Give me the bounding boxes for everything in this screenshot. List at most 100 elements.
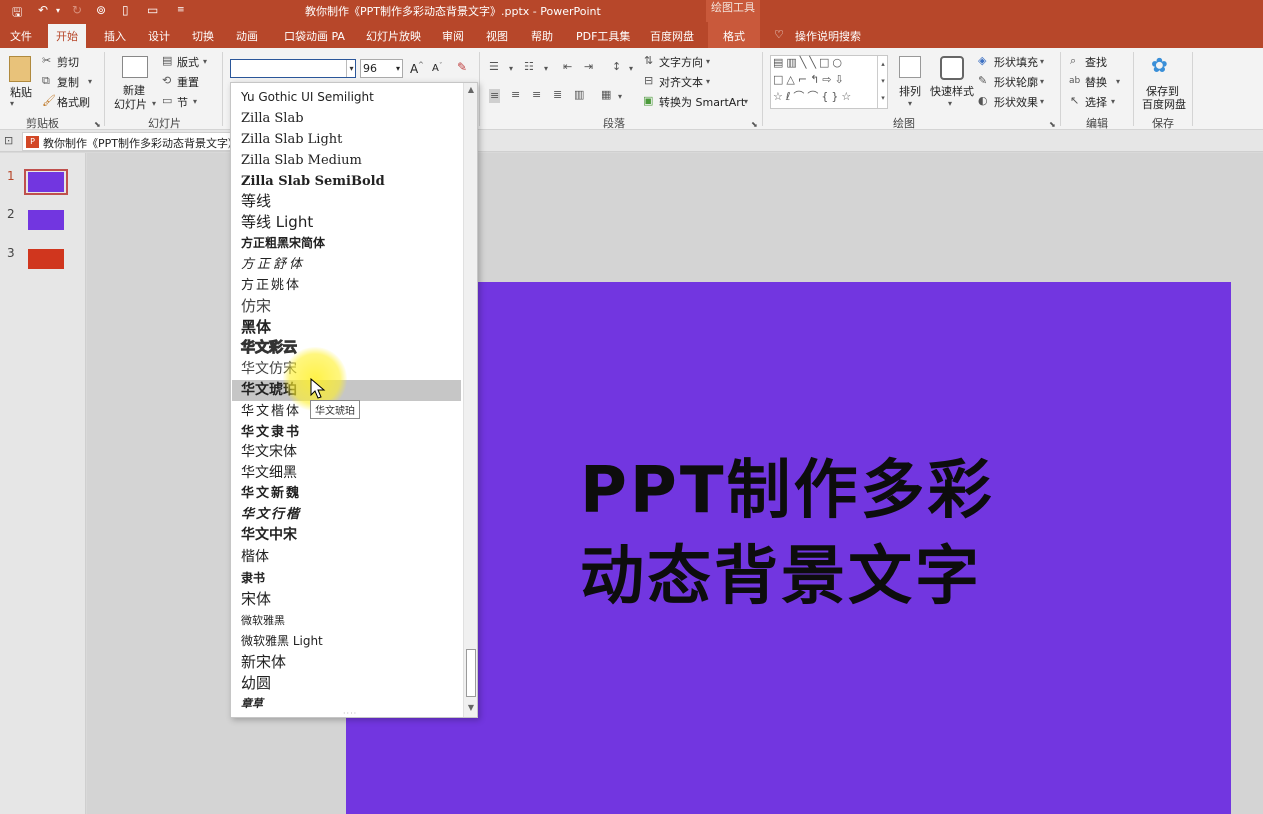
font-list-item[interactable]: 等线 Light	[232, 212, 461, 233]
scrollbar-thumb[interactable]	[466, 649, 476, 697]
font-list-item[interactable]: 仿宋	[232, 296, 461, 317]
font-list-item[interactable]: 华文彩云	[232, 338, 461, 359]
font-list-item[interactable]: 楷体	[232, 547, 461, 568]
font-list-item[interactable]: 华文行楷	[232, 504, 461, 525]
font-list-item[interactable]: 方正姚体	[232, 275, 461, 296]
font-list-item[interactable]: 微软雅黑 Light	[232, 631, 461, 652]
font-list-item[interactable]: 黑体	[232, 317, 461, 338]
font-list-item[interactable]: 华文新魏	[232, 483, 461, 504]
justify-icon[interactable]: ≣	[553, 89, 562, 101]
tab-transitions[interactable]: 切换	[192, 28, 214, 44]
font-list-item[interactable]: 幼圆	[232, 673, 461, 694]
font-list-item[interactable]: Zilla Slab SemiBold	[232, 171, 461, 192]
tab-file[interactable]: 文件	[10, 28, 32, 44]
font-list-item[interactable]: Zilla Slab Medium	[232, 150, 461, 171]
font-list-item[interactable]: Yu Gothic UI Semilight	[232, 87, 461, 108]
align-left-icon[interactable]: ≡	[489, 89, 501, 103]
shapes-gallery[interactable]: ▤▥╲╲□○ □△⌐↰⇨⇩ ☆ℓ⌒⌒{}☆ ▴ ▾ ▾	[770, 55, 888, 109]
scroll-down-icon[interactable]: ▼	[466, 703, 476, 713]
tab-help[interactable]: 帮助	[531, 28, 553, 44]
tab-insert[interactable]: 插入	[104, 28, 126, 44]
arrange-icon[interactable]	[899, 56, 921, 78]
font-list-item[interactable]: 隶书	[232, 568, 461, 589]
scroll-up-icon[interactable]: ▲	[466, 85, 476, 95]
shrink-font-button[interactable]: A	[432, 63, 439, 74]
increase-indent-icon[interactable]: ⇥	[584, 61, 593, 73]
redo-icon[interactable]: ↻	[72, 3, 82, 17]
tab-design[interactable]: 设计	[148, 28, 170, 44]
align-center-icon[interactable]: ≡	[511, 89, 520, 101]
layout-dropdown-icon[interactable]: ▾	[203, 56, 207, 68]
new-slide-button-line2[interactable]: 幻灯片	[114, 96, 147, 112]
align-right-icon[interactable]: ≡	[532, 89, 541, 101]
shapes-row-3-icon[interactable]: ☆ℓ⌒⌒{}☆	[773, 91, 854, 103]
font-list-item[interactable]: 方正舒体	[232, 254, 461, 275]
section-button[interactable]: 节	[177, 94, 188, 110]
numbering-dropdown-icon[interactable]: ▾	[544, 63, 548, 75]
columns-icon[interactable]: ▦	[601, 89, 611, 101]
line-spacing-dropdown-icon[interactable]: ▾	[629, 63, 633, 75]
paste-dropdown-icon[interactable]: ▾	[10, 98, 14, 110]
font-list-item[interactable]: 华文细黑	[232, 463, 461, 484]
shape-fill-button[interactable]: 形状填充	[994, 54, 1038, 70]
numbering-icon[interactable]: ☷	[524, 61, 534, 73]
font-list-item[interactable]: 华文隶书	[232, 422, 461, 443]
shape-outline-button[interactable]: 形状轮廓	[994, 74, 1038, 90]
shapes-scroll-icon[interactable]: ▴ ▾ ▾	[877, 56, 888, 108]
align-text-button[interactable]: 对齐文本	[659, 74, 703, 90]
select-dropdown-icon[interactable]: ▾	[1111, 96, 1115, 108]
font-name-dropdown-icon[interactable]: ▾	[346, 60, 356, 77]
font-size-dropdown-icon[interactable]: ▾	[396, 60, 400, 77]
select-button[interactable]: 选择	[1085, 94, 1107, 110]
line-spacing-icon[interactable]: ↕	[612, 61, 621, 73]
customize-icon[interactable]: ≡	[177, 5, 185, 15]
paste-icon[interactable]	[9, 56, 31, 82]
font-list-item[interactable]: 华文中宋	[232, 525, 461, 546]
font-list-item[interactable]: Zilla Slab Light	[232, 129, 461, 150]
format-painter-button[interactable]: 格式刷	[57, 94, 90, 110]
reset-button[interactable]: 重置	[177, 74, 199, 90]
slide-thumbnail-1[interactable]	[28, 172, 64, 192]
new-slide-icon[interactable]	[122, 56, 148, 78]
font-list-item[interactable]: 等线	[232, 191, 461, 212]
decrease-indent-icon[interactable]: ⇤	[563, 61, 572, 73]
tab-pdf-tools[interactable]: PDF工具集	[576, 28, 630, 44]
replace-dropdown-icon[interactable]: ▾	[1116, 76, 1120, 88]
replace-button[interactable]: 替换	[1085, 74, 1107, 90]
tell-me-search[interactable]: 操作说明搜索	[795, 28, 861, 44]
shapes-row-1-icon[interactable]: ▤▥╲╲□○	[773, 57, 845, 69]
slide-thumbnail-2[interactable]	[28, 210, 64, 230]
arrange-button[interactable]: 排列	[899, 83, 921, 99]
arrange-dropdown-icon[interactable]: ▾	[908, 98, 912, 110]
tab-format[interactable]: 格式	[708, 22, 760, 48]
convert-smartart-button[interactable]: 转换为 SmartArt	[659, 94, 745, 110]
slide-thumbnail-3[interactable]	[28, 249, 64, 269]
text-direction-button[interactable]: 文字方向	[659, 54, 703, 70]
document-tab[interactable]: P 教你制作《PPT制作多彩动态背景文字》	[22, 132, 232, 151]
copy-button[interactable]: 复制	[57, 74, 79, 90]
shape-fill-dropdown-icon[interactable]: ▾	[1040, 56, 1044, 68]
quick-styles-icon[interactable]	[940, 56, 964, 80]
section-dropdown-icon[interactable]: ▾	[193, 96, 197, 108]
find-button[interactable]: 查找	[1085, 54, 1107, 70]
font-list-scrollbar[interactable]: ▲ ▼	[463, 83, 477, 717]
layout-button[interactable]: 版式	[177, 54, 199, 70]
bullets-icon[interactable]: ☰	[489, 61, 499, 73]
quick-styles-dropdown-icon[interactable]: ▾	[948, 98, 952, 110]
font-name-input[interactable]	[230, 59, 356, 78]
tab-view[interactable]: 视图	[486, 28, 508, 44]
save-to-netdisk-line2[interactable]: 百度网盘	[1142, 96, 1186, 112]
window-icon[interactable]: ⊡	[4, 135, 13, 147]
font-list-item[interactable]: 新宋体	[232, 652, 461, 673]
font-list-item[interactable]: 微软雅黑	[232, 610, 461, 631]
font-list-item[interactable]: 宋体	[232, 589, 461, 610]
new-slide-dropdown-icon[interactable]: ▾	[152, 98, 156, 110]
smartart-dropdown-icon[interactable]: ▾	[744, 96, 748, 108]
baidu-netdisk-icon[interactable]: ✿	[1151, 54, 1168, 76]
present-icon[interactable]: ⊚	[96, 3, 106, 17]
undo-dropdown-icon[interactable]: ▾	[56, 6, 60, 15]
quick-styles-button[interactable]: 快速样式	[930, 83, 974, 99]
tab-baidu-netdisk[interactable]: 百度网盘	[650, 28, 694, 44]
font-list-item[interactable]: 方正粗黑宋简体	[232, 233, 461, 254]
align-text-dropdown-icon[interactable]: ▾	[706, 76, 710, 88]
